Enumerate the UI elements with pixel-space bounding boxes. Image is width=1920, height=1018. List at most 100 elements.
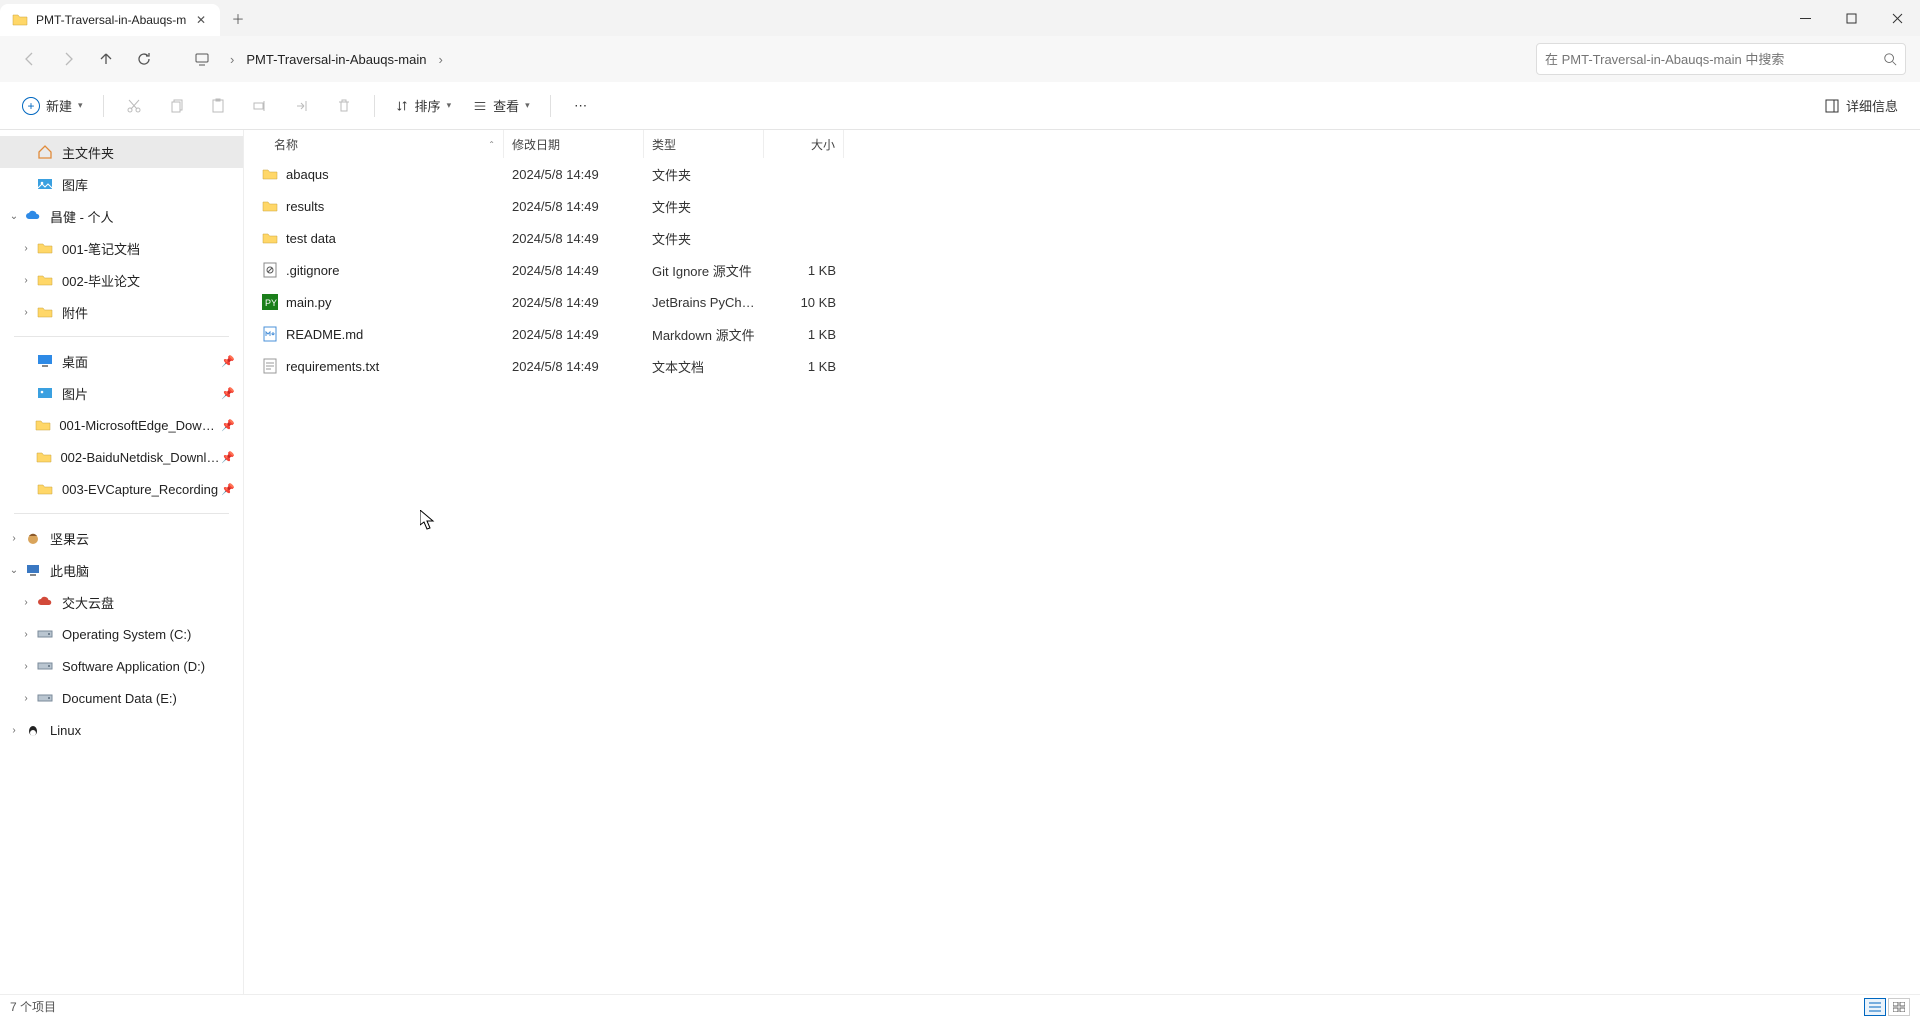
chevron-right-icon[interactable]: › (436, 52, 444, 67)
new-button[interactable]: + 新建 ▾ (14, 90, 91, 122)
view-button[interactable]: 查看 ▾ (465, 90, 538, 122)
folder-icon (36, 303, 54, 321)
file-row[interactable]: .gitignore2024/5/8 14:49Git Ignore 源文件1 … (244, 254, 1920, 286)
drive-icon (36, 625, 54, 643)
view-label: 查看 (493, 96, 519, 115)
pin-icon: 📌 (221, 355, 235, 368)
sort-icon (395, 99, 409, 113)
sort-button[interactable]: 排序 ▾ (387, 90, 460, 122)
details-view-toggle[interactable] (1864, 998, 1886, 1016)
sidebar-linux[interactable]: › Linux (0, 714, 243, 746)
breadcrumb-segment[interactable]: PMT-Traversal-in-Abauqs-main (240, 48, 432, 71)
search-input[interactable] (1545, 52, 1883, 67)
chevron-right-icon[interactable]: › (16, 693, 36, 704)
back-button[interactable] (14, 43, 46, 75)
chevron-down-icon[interactable]: ⌄ (4, 565, 24, 576)
md-icon (262, 326, 278, 342)
file-row[interactable]: abaqus2024/5/8 14:49文件夹 (244, 158, 1920, 190)
rename-button[interactable] (242, 90, 278, 122)
sort-label: 排序 (415, 96, 441, 115)
chevron-down-icon[interactable]: ⌄ (4, 211, 24, 222)
chevron-right-icon[interactable]: › (16, 629, 36, 640)
sidebar-item[interactable]: ›002-毕业论文 (0, 264, 243, 296)
file-type: 文件夹 (644, 165, 764, 184)
sidebar-drive-item[interactable]: ›Document Data (E:) (0, 682, 243, 714)
plus-icon: + (22, 97, 40, 115)
forward-button[interactable] (52, 43, 84, 75)
cut-button[interactable] (116, 90, 152, 122)
sidebar-quick-item[interactable]: 003-EVCapture_Recording📌 (0, 473, 243, 505)
file-type: 文件夹 (644, 229, 764, 248)
tab-close-button[interactable]: ✕ (194, 13, 208, 27)
sidebar-quick-item[interactable]: 图片📌 (0, 377, 243, 409)
sidebar-nutstore[interactable]: › 坚果云 (0, 522, 243, 554)
details-pane-button[interactable]: 详细信息 (1816, 90, 1906, 122)
column-name[interactable]: 名称⌃ (244, 130, 504, 158)
sidebar-drive-item[interactable]: ›Software Application (D:) (0, 650, 243, 682)
file-row[interactable]: requirements.txt2024/5/8 14:49文本文档1 KB (244, 350, 1920, 382)
paste-button[interactable] (200, 90, 236, 122)
chevron-right-icon[interactable]: › (16, 597, 36, 608)
status-bar: 7 个项目 (0, 994, 1920, 1018)
refresh-button[interactable] (128, 43, 160, 75)
column-type[interactable]: 类型 (644, 130, 764, 158)
maximize-button[interactable] (1828, 0, 1874, 36)
folder-icon (12, 12, 28, 28)
folder-icon (262, 166, 278, 182)
share-button[interactable] (284, 90, 320, 122)
separator (550, 95, 551, 117)
sidebar-quick-item[interactable]: 002-BaiduNetdisk_Download📌 (0, 441, 243, 473)
details-icon (1824, 98, 1840, 114)
file-row[interactable]: README.md2024/5/8 14:49Markdown 源文件1 KB (244, 318, 1920, 350)
nav-pane[interactable]: 主文件夹 图库 ⌄ 昌健 - 个人 ›001-笔记文档›002-毕业论文›附件 … (0, 130, 244, 994)
file-type: JetBrains PyChar... (644, 295, 764, 310)
close-window-button[interactable] (1874, 0, 1920, 36)
sidebar-quick-item[interactable]: 桌面📌 (0, 345, 243, 377)
search-box[interactable] (1536, 43, 1906, 75)
chevron-right-icon: › (228, 52, 236, 67)
file-size: 10 KB (764, 295, 844, 310)
new-tab-button[interactable]: ＋ (220, 0, 256, 36)
file-list[interactable]: abaqus2024/5/8 14:49文件夹results2024/5/8 1… (244, 158, 1920, 994)
file-row[interactable]: results2024/5/8 14:49文件夹 (244, 190, 1920, 222)
sort-asc-icon: ⌃ (488, 140, 495, 149)
sidebar-quick-item[interactable]: 001-MicrosoftEdge_Download📌 (0, 409, 243, 441)
column-size[interactable]: 大小 (764, 130, 844, 158)
chevron-right-icon[interactable]: › (16, 275, 36, 286)
delete-button[interactable] (326, 90, 362, 122)
file-row[interactable]: test data2024/5/8 14:49文件夹 (244, 222, 1920, 254)
py-icon: PY (262, 294, 278, 310)
sidebar-home[interactable]: 主文件夹 (0, 136, 243, 168)
minimize-button[interactable] (1782, 0, 1828, 36)
tab-title: PMT-Traversal-in-Abauqs-mai (36, 13, 186, 27)
pin-icon: 📌 (221, 387, 235, 400)
body: 主文件夹 图库 ⌄ 昌健 - 个人 ›001-笔记文档›002-毕业论文›附件 … (0, 130, 1920, 994)
sidebar-item[interactable]: ›附件 (0, 296, 243, 328)
icons-view-toggle[interactable] (1888, 998, 1910, 1016)
tab-current[interactable]: PMT-Traversal-in-Abauqs-mai ✕ (0, 4, 220, 36)
sidebar-gallery[interactable]: 图库 (0, 168, 243, 200)
sidebar-drive-item[interactable]: ›Operating System (C:) (0, 618, 243, 650)
more-button[interactable]: ⋯ (563, 90, 599, 122)
breadcrumb: › PMT-Traversal-in-Abauqs-main › (224, 48, 445, 71)
sidebar-thispc[interactable]: ⌄ 此电脑 (0, 554, 243, 586)
file-date: 2024/5/8 14:49 (504, 295, 644, 310)
cloud-icon (24, 207, 42, 225)
chevron-right-icon[interactable]: › (4, 725, 24, 736)
sidebar-onedrive[interactable]: ⌄ 昌健 - 个人 (0, 200, 243, 232)
up-button[interactable] (90, 43, 122, 75)
chevron-right-icon[interactable]: › (16, 243, 36, 254)
sidebar-drive-item[interactable]: ›交大云盘 (0, 586, 243, 618)
svg-text:PY: PY (265, 298, 277, 308)
chevron-right-icon[interactable]: › (16, 307, 36, 318)
chevron-right-icon[interactable]: › (4, 533, 24, 544)
column-date[interactable]: 修改日期 (504, 130, 644, 158)
file-row[interactable]: PYmain.py2024/5/8 14:49JetBrains PyChar.… (244, 286, 1920, 318)
sidebar-item[interactable]: ›001-笔记文档 (0, 232, 243, 264)
file-type: Git Ignore 源文件 (644, 261, 764, 280)
copy-button[interactable] (158, 90, 194, 122)
search-icon[interactable] (1883, 52, 1897, 66)
location-pc-icon[interactable] (186, 43, 218, 75)
chevron-down-icon: ▾ (447, 100, 452, 111)
chevron-right-icon[interactable]: › (16, 661, 36, 672)
